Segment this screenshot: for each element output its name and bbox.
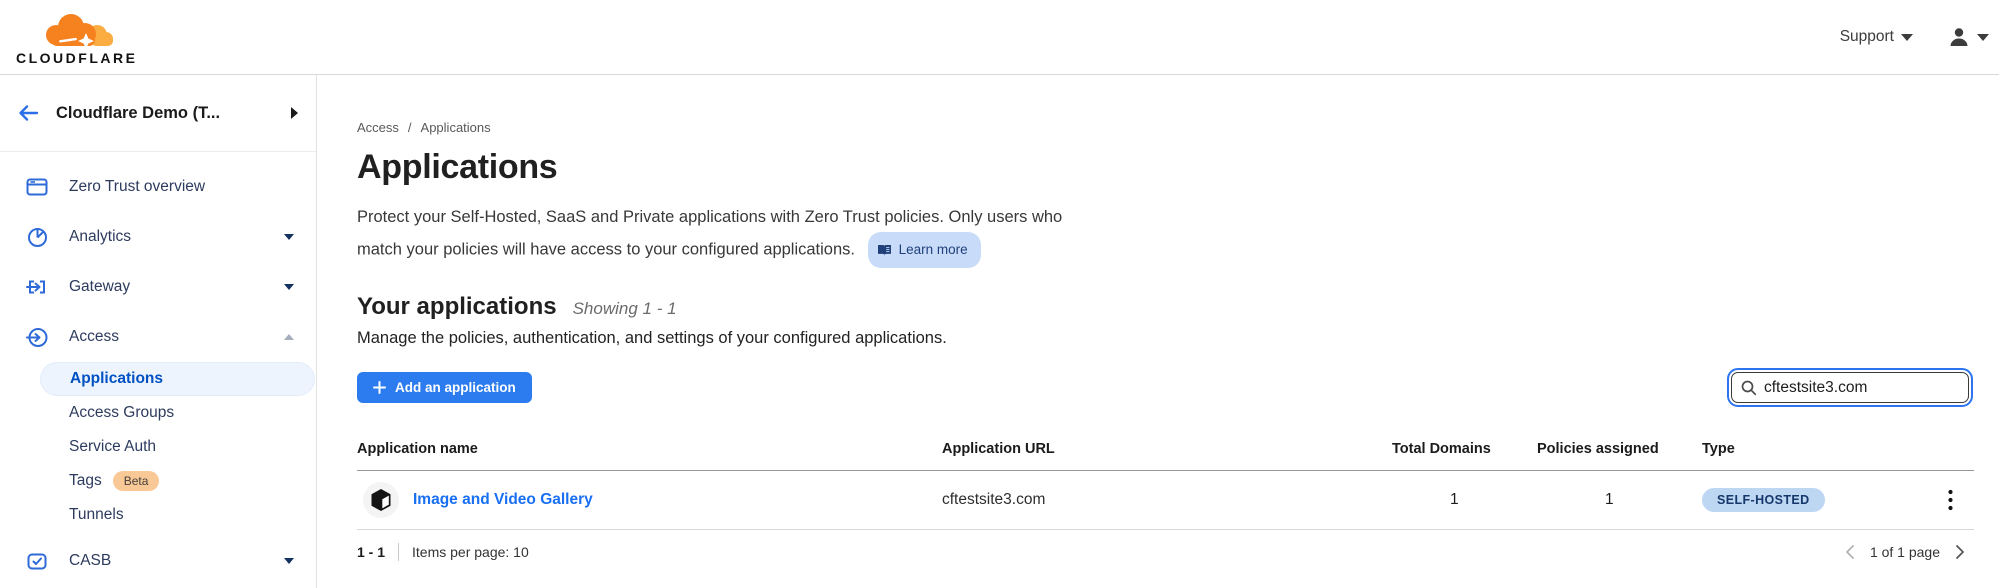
chevron-right-icon[interactable] [291,107,298,119]
sidebar-item-access[interactable]: Access [0,312,316,362]
sidebar-item-label: Tags [69,472,102,490]
policies-assigned-value: 1 [1537,491,1702,509]
page-title: Applications [357,148,1974,187]
chevron-right-icon [1955,544,1966,560]
showing-count: Showing 1 - 1 [573,299,677,319]
page-description-line1: Protect your Self-Hosted, SaaS and Priva… [357,208,1062,226]
table-footer: 1 - 1 Items per page: 10 1 of 1 page [357,530,1974,574]
sidebar-item-label: Analytics [69,228,131,246]
chevron-down-icon [1977,34,1989,41]
sidebar-item-label: Access [69,328,119,346]
table-header: Application name Application URL Total D… [357,431,1974,471]
sidebar-item-tunnels[interactable]: Tunnels [0,498,316,532]
casb-icon [26,551,48,572]
sidebar-item-label: Access Groups [69,404,174,422]
page-description: Protect your Self-Hosted, SaaS and Priva… [357,203,1974,268]
sidebar-item-service-auth[interactable]: Service Auth [0,430,316,464]
sidebar-nav: Zero Trust overview Analytics [0,152,316,586]
cloudflare-cloud-icon [29,9,125,49]
chevron-down-icon[interactable] [284,284,294,290]
previous-page-button[interactable] [1844,544,1855,560]
page-indicator: 1 of 1 page [1870,544,1940,560]
cloudflare-wordmark: CLOUDFLARE [16,50,137,66]
user-menu[interactable] [1947,25,1989,49]
row-menu-button[interactable] [1926,489,1974,511]
application-avatar [363,482,399,518]
column-type: Type [1702,441,1926,457]
overview-icon [26,177,48,197]
breadcrumb-access[interactable]: Access [357,120,399,135]
pager: 1 of 1 page [1844,544,1966,560]
sidebar: Cloudflare Demo (T... Zero Trust overvie… [0,75,317,588]
access-subnav: Applications Access Groups Service Auth … [0,362,316,532]
sidebar-item-zero-trust-overview[interactable]: Zero Trust overview [0,162,316,212]
gateway-icon [26,277,48,297]
add-application-label: Add an application [395,380,516,395]
sidebar-item-analytics[interactable]: Analytics [0,212,316,262]
breadcrumb-applications[interactable]: Applications [421,120,491,135]
search-input[interactable] [1757,379,1968,397]
next-page-button[interactable] [1955,544,1966,560]
sidebar-item-applications[interactable]: Applications [40,362,315,396]
search-box [1731,372,1969,403]
items-per-page[interactable]: Items per page: 10 [412,544,529,560]
back-arrow-icon[interactable] [16,103,40,123]
toolbar: Add an application [357,372,1974,403]
learn-more-label: Learn more [899,235,968,264]
support-label: Support [1840,28,1894,46]
application-name-link[interactable]: Image and Video Gallery [413,491,593,509]
breadcrumb: Access / Applications [357,120,1974,135]
access-icon [26,327,48,348]
support-menu[interactable]: Support [1840,28,1913,46]
range-label: 1 - 1 [357,544,385,560]
type-badge: SELF-HOSTED [1702,488,1825,512]
section-title: Your applications [357,293,557,321]
column-policies-assigned: Policies assigned [1537,441,1702,457]
breadcrumb-separator: / [408,120,412,135]
sidebar-item-label: Applications [70,370,163,388]
top-bar: CLOUDFLARE Support [0,0,1999,75]
footer-divider [398,543,399,561]
chevron-down-icon[interactable] [284,558,294,564]
account-switcher: Cloudflare Demo (T... [0,75,316,152]
application-url: cftestsite3.com [942,491,1392,509]
table-row: Image and Video Gallery cftestsite3.com … [357,471,1974,530]
sidebar-item-access-groups[interactable]: Access Groups [0,396,316,430]
search-icon [1741,380,1757,396]
sidebar-item-tags[interactable]: Tags Beta [0,464,316,498]
total-domains-value: 1 [1392,491,1537,509]
account-name[interactable]: Cloudflare Demo (T... [56,104,291,123]
beta-badge: Beta [113,471,160,491]
sidebar-item-casb[interactable]: CASB [0,536,316,586]
chevron-up-icon[interactable] [284,334,294,340]
chevron-left-icon [1844,544,1855,560]
column-application-url: Application URL [942,441,1392,457]
page-description-line2: match your policies will have access to … [357,240,855,258]
kebab-icon [1948,489,1953,511]
sidebar-item-label: CASB [69,552,111,570]
chevron-down-icon[interactable] [284,234,294,240]
analytics-icon [26,227,48,248]
sidebar-item-label: Tunnels [69,506,124,524]
chevron-down-icon [1901,34,1913,41]
sidebar-item-label: Gateway [69,278,130,296]
book-icon [877,243,892,257]
cloudflare-logo[interactable]: CLOUDFLARE [16,9,137,66]
applications-table: Application name Application URL Total D… [357,431,1974,574]
column-total-domains: Total Domains [1392,441,1537,457]
column-application-name: Application name [357,441,942,457]
plus-icon [373,381,386,394]
sidebar-item-label: Service Auth [69,438,156,456]
learn-more-link[interactable]: Learn more [868,232,981,268]
sidebar-item-label: Zero Trust overview [69,178,205,196]
add-application-button[interactable]: Add an application [357,372,532,403]
cube-icon [370,488,392,512]
section-subtitle: Manage the policies, authentication, and… [357,329,1974,348]
sidebar-item-gateway[interactable]: Gateway [0,262,316,312]
person-icon [1947,25,1971,49]
main-content: Access / Applications Applications Prote… [317,75,1999,588]
